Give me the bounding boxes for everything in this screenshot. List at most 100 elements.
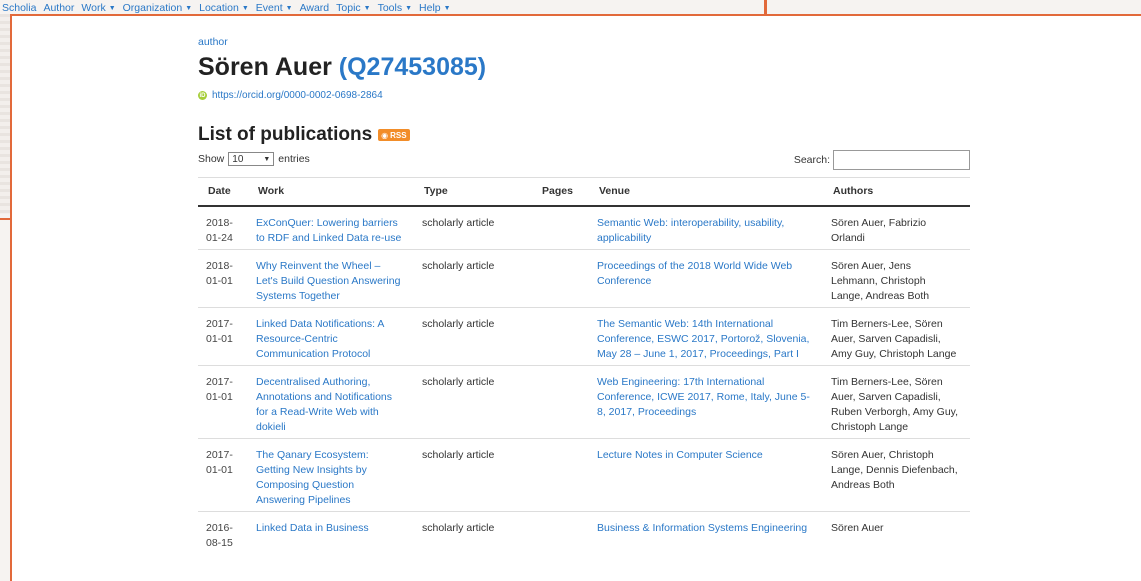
row-authors: Sören Auer, Jens Lehmann, Christoph Lang…	[823, 249, 970, 308]
column-header-authors[interactable]: Authors	[823, 177, 970, 207]
table-row: 2017-01-01 The Qanary Ecosystem: Getting …	[198, 438, 970, 512]
table-controls: Show 10 ▼ entries Search:	[198, 149, 970, 170]
row-pages	[532, 249, 589, 308]
row-type: scholarly article	[414, 511, 532, 554]
column-header-type[interactable]: Type	[414, 177, 532, 207]
nav-item-label[interactable]: Award	[300, 2, 330, 14]
caret-down-icon[interactable]: ▼	[364, 5, 371, 12]
caret-down-icon[interactable]: ▼	[242, 5, 249, 12]
row-authors: Tim Berners-Lee, Sören Auer, Sarven Capa…	[823, 365, 970, 439]
table-row: 2017-01-01 Linked Data Notifications: A R…	[198, 307, 970, 366]
row-venue-link[interactable]: Semantic Web: interoperability, usabilit…	[589, 206, 823, 250]
row-venue-link[interactable]: Proceedings of the 2018 World Wide Web C…	[589, 249, 823, 308]
row-pages	[532, 365, 589, 439]
nav-item-label[interactable]: Help	[419, 2, 441, 14]
publications-table: Date Work Type Pages Venue Authors 2018-…	[198, 177, 970, 554]
row-work-link[interactable]: Decentralised Authoring, Annotations and…	[248, 365, 414, 439]
search-label: Search:	[793, 154, 830, 166]
navbar: Scholia Author Work ▼ Organization ▼ Location ▼…	[0, 0, 1141, 16]
row-work-link[interactable]: Linked Data Notifications: A Resource-Ce…	[248, 307, 414, 366]
table-row: 2016-08-15 Linked Data in Business scholar…	[198, 511, 970, 554]
table-row: 2017-01-01 Decentralised Authoring, Annot…	[198, 365, 970, 439]
row-work-link[interactable]: ExConQuer: Lowering barriers to RDF and …	[248, 206, 414, 250]
column-header-venue[interactable]: Venue	[589, 177, 823, 207]
entries-select-value[interactable]: 10	[232, 154, 243, 165]
column-header-work[interactable]: Work	[248, 177, 414, 207]
row-date: 2017-01-01	[198, 438, 248, 512]
orcid-row: iD https://orcid.org/0000-0002-0698-2864	[198, 90, 970, 101]
nav-item-event[interactable]: Event ▼	[256, 2, 293, 14]
nav-item-scholia[interactable]: Scholia	[2, 2, 36, 14]
nav-item-organization[interactable]: Organization ▼	[123, 2, 192, 14]
nav-item-tools[interactable]: Tools ▼	[378, 2, 412, 14]
rss-label[interactable]: RSS	[390, 131, 406, 140]
author-name: Sören Auer	[198, 53, 332, 81]
main-content: author Sören Auer (Q27453085) iD https:/…	[198, 36, 970, 554]
row-work-link[interactable]: Linked Data in Business	[248, 511, 414, 554]
column-header-date[interactable]: Date	[198, 177, 248, 207]
chevron-down-icon[interactable]: ▼	[263, 156, 270, 163]
search-input[interactable]	[833, 150, 970, 170]
row-authors: Sören Auer, Fabrizio Orlandi	[831, 217, 927, 244]
nav-item-label[interactable]: Work	[81, 2, 105, 14]
row-work-link[interactable]: Why Reinvent the Wheel – Let's Build Que…	[248, 249, 414, 308]
nav-item-label[interactable]: Event	[256, 2, 283, 14]
length-prefix: Show	[198, 153, 225, 165]
caret-down-icon[interactable]: ▼	[444, 5, 451, 12]
nav-item-label[interactable]: Scholia	[2, 2, 36, 14]
qid-link[interactable]: (Q27453085)	[339, 53, 486, 81]
row-pages	[532, 511, 589, 554]
row-work-link[interactable]: The Qanary Ecosystem: Getting New Insigh…	[248, 438, 414, 512]
row-type: scholarly article	[414, 365, 532, 439]
nav-item-topic[interactable]: Topic ▼	[336, 2, 370, 14]
nav-item-author[interactable]: Author	[43, 2, 74, 14]
nav-item-help[interactable]: Help ▼	[419, 2, 451, 14]
entries-length-control: Show 10 ▼ entries	[198, 152, 310, 166]
row-authors: Sören Auer, Christoph Lange, Dennis Dief…	[823, 438, 970, 512]
row-pages	[532, 307, 589, 366]
nav-item-award[interactable]: Award	[300, 2, 330, 14]
orcid-link[interactable]: https://orcid.org/0000-0002-0698-2864	[212, 90, 383, 101]
nav-item-location[interactable]: Location ▼	[199, 2, 249, 14]
nav-item-label[interactable]: Topic	[336, 2, 361, 14]
caret-down-icon[interactable]: ▼	[109, 5, 116, 12]
entries-select[interactable]: 10 ▼	[228, 152, 275, 166]
row-pages	[532, 206, 589, 250]
row-pages	[532, 438, 589, 512]
nav-item-label[interactable]: Tools	[378, 2, 403, 14]
caret-down-icon[interactable]: ▼	[286, 5, 293, 12]
table-header-row: Date Work Type Pages Venue Authors	[198, 177, 970, 207]
row-venue-link[interactable]: Web Engineering: 17th International Conf…	[589, 365, 823, 439]
qid-text[interactable]: Q27453085	[347, 53, 478, 81]
nav-item-label[interactable]: Organization	[123, 2, 183, 14]
row-date: 2017-01-01	[198, 365, 248, 439]
orcid-icon: iD	[198, 91, 207, 100]
table-row: 2018-01-24 ExConQuer: Lowering barriers t…	[198, 206, 970, 250]
publications-heading-text: List of publications	[198, 124, 373, 145]
row-date: 2018-01-24	[206, 217, 233, 244]
row-date: 2018-01-01	[198, 249, 248, 308]
rss-icon[interactable]: ◉ RSS	[378, 129, 410, 141]
row-venue-link[interactable]: Lecture Notes in Computer Science	[589, 438, 823, 512]
row-date: 2016-08-15	[198, 511, 248, 554]
row-type: scholarly article	[414, 438, 532, 512]
caret-down-icon[interactable]: ▼	[185, 5, 192, 12]
nav-item-label[interactable]: Location	[199, 2, 239, 14]
publications-heading: List of publications ◉ RSS	[198, 124, 970, 146]
row-venue-link[interactable]: Business & Information Systems Engineeri…	[589, 511, 823, 554]
column-header-pages[interactable]: Pages	[532, 177, 589, 207]
page-title: Sören Auer (Q27453085)	[198, 52, 970, 82]
row-venue-link[interactable]: The Semantic Web: 14th International Con…	[589, 307, 823, 366]
row-authors: Tim Berners-Lee, Sören Auer, Sarven Capa…	[823, 307, 970, 366]
entity-type-link[interactable]: author	[198, 36, 970, 48]
row-date: 2017-01-01	[198, 307, 248, 366]
row-authors: Sören Auer	[823, 511, 970, 554]
nav-item-work[interactable]: Work ▼	[81, 2, 115, 14]
caret-down-icon[interactable]: ▼	[405, 5, 412, 12]
row-type: scholarly article	[414, 249, 532, 308]
nav-item-label[interactable]: Author	[43, 2, 74, 14]
table-row: 2018-01-01 Why Reinvent the Wheel – Let's…	[198, 249, 970, 308]
publications-table-body: 2018-01-24 ExConQuer: Lowering barriers t…	[198, 206, 970, 554]
row-type: scholarly article	[422, 217, 495, 229]
length-suffix: entries	[278, 153, 310, 165]
